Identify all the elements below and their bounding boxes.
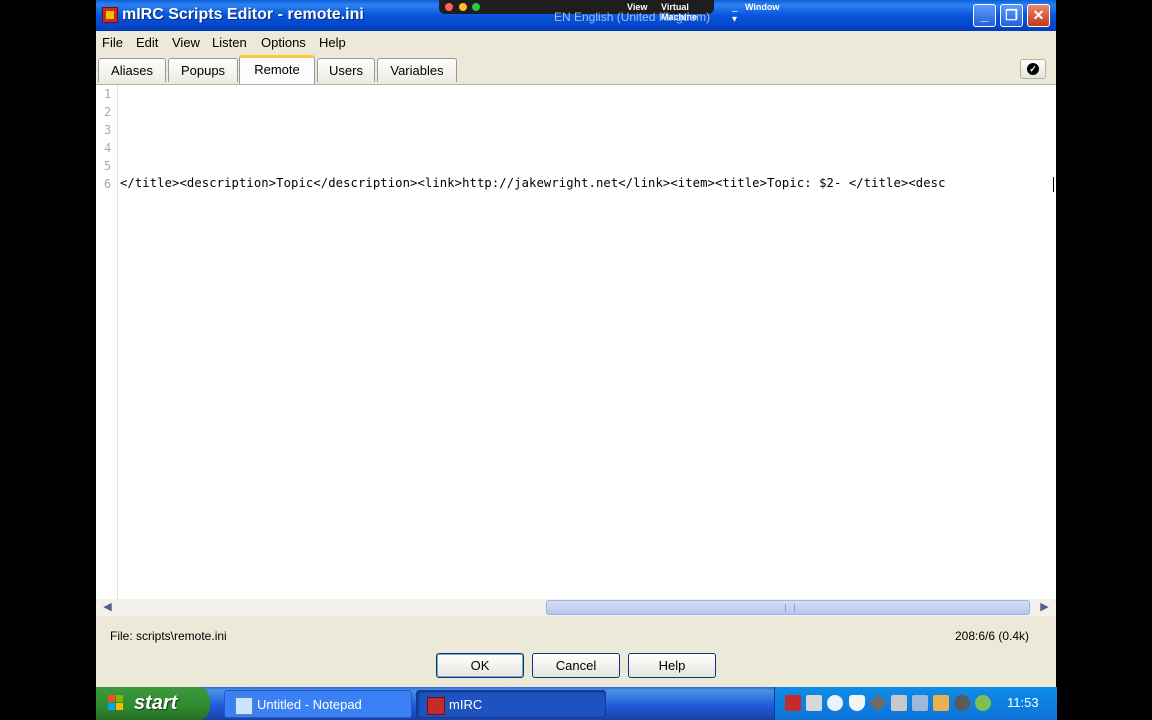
language-bar-label: EN English (United Kingdom) (554, 10, 711, 24)
close-button[interactable]: ✕ (1027, 4, 1050, 27)
line-number: 6 (104, 177, 112, 191)
vm-minimize-icon[interactable] (458, 3, 467, 11)
mirc-tray-icon[interactable] (785, 695, 801, 711)
status-file-path: File: scripts\remote.ini (110, 629, 227, 643)
check-icon: ✓ (1027, 63, 1039, 75)
grip-icon (785, 604, 795, 612)
taskbar-item-label: Untitled - Notepad (257, 697, 362, 712)
language-bar-arrows-icon[interactable]: ‒ ▾ (732, 7, 738, 25)
help-button[interactable]: Help (628, 653, 716, 678)
status-cursor-position: 208:6/6 (0.4k) (955, 629, 1030, 643)
restore-button[interactable]: ❐ (1000, 4, 1023, 27)
scroll-right-icon[interactable]: ▶ (1036, 599, 1053, 616)
taskbar-item-label: mIRC (449, 697, 483, 712)
tools-tray-icon[interactable] (891, 695, 907, 711)
horizontal-scrollbar[interactable]: ◀ ▶ (96, 599, 1056, 616)
menu-bar: File Edit View Listen Options Help (96, 31, 1056, 53)
vm-menu-window[interactable]: Window (745, 2, 779, 12)
menu-view[interactable]: View (172, 35, 200, 50)
ok-button[interactable]: OK (436, 653, 524, 678)
menu-listen[interactable]: Listen (212, 35, 247, 50)
tab-aliases[interactable]: Aliases (98, 58, 166, 82)
cancel-button[interactable]: Cancel (532, 653, 620, 678)
line-number: 5 (104, 159, 112, 173)
mirc-app-icon (102, 7, 118, 23)
script-editor[interactable]: 1 2 3 4 5 6 </title><description>Topic</… (96, 84, 1056, 599)
diamond-tray-icon[interactable] (868, 693, 888, 713)
taskbar-item-notepad[interactable]: Untitled - Notepad (224, 690, 412, 718)
status-bar: File: scripts\remote.ini 208:6/6 (0.4k) (96, 620, 1056, 644)
tab-users[interactable]: Users (317, 58, 375, 82)
line-number: 2 (104, 105, 112, 119)
clock-tray-icon[interactable] (954, 695, 970, 711)
shield-tray-icon[interactable] (849, 695, 865, 711)
start-button[interactable]: start (96, 687, 210, 720)
windows-logo-icon (108, 695, 124, 711)
tab-variables[interactable]: Variables (377, 58, 457, 82)
notepad-icon (235, 697, 253, 715)
code-line-6[interactable]: </title><description>Topic</description>… (120, 176, 1056, 190)
taskbar: start Untitled - Notepad mIRC 11:53 (96, 687, 1057, 720)
notepad-tray-icon[interactable] (806, 695, 822, 711)
green-tray-icon[interactable] (975, 695, 991, 711)
line-number-gutter: 1 2 3 4 5 6 (96, 85, 118, 599)
vm-close-icon[interactable] (445, 3, 453, 11)
menu-options[interactable]: Options (261, 35, 306, 50)
search-tray-icon[interactable] (827, 695, 843, 711)
taskbar-item-mirc[interactable]: mIRC (416, 690, 606, 718)
line-number: 1 (104, 87, 112, 101)
system-clock[interactable]: 11:53 (1007, 695, 1039, 710)
network-tray-icon[interactable] (912, 695, 928, 711)
window-title: mIRC Scripts Editor - remote.ini (122, 6, 364, 23)
scroll-left-icon[interactable]: ◀ (99, 599, 116, 616)
scripts-editor-window: mIRC Scripts Editor - remote.ini View Vi… (96, 0, 1056, 687)
vm-zoom-icon[interactable] (472, 3, 481, 11)
menu-file[interactable]: File (102, 35, 123, 50)
text-caret (1053, 177, 1054, 192)
line-number: 4 (104, 141, 112, 155)
menu-edit[interactable]: Edit (136, 35, 158, 50)
line-number: 3 (104, 123, 112, 137)
people-tray-icon[interactable] (933, 695, 949, 711)
scrollbar-thumb[interactable] (546, 600, 1030, 615)
menu-help[interactable]: Help (319, 35, 346, 50)
script-tabs: Aliases Popups Remote Users Variables (96, 55, 1056, 84)
tab-popups[interactable]: Popups (168, 58, 238, 82)
system-tray: 11:53 (774, 687, 1057, 720)
minimize-button[interactable]: _ (973, 4, 996, 27)
tab-remote[interactable]: Remote (239, 55, 315, 84)
start-label: start (134, 692, 178, 714)
title-bar[interactable]: mIRC Scripts Editor - remote.ini View Vi… (96, 0, 1056, 31)
check-syntax-button[interactable]: ✓ (1020, 59, 1046, 79)
mirc-icon (427, 697, 445, 715)
